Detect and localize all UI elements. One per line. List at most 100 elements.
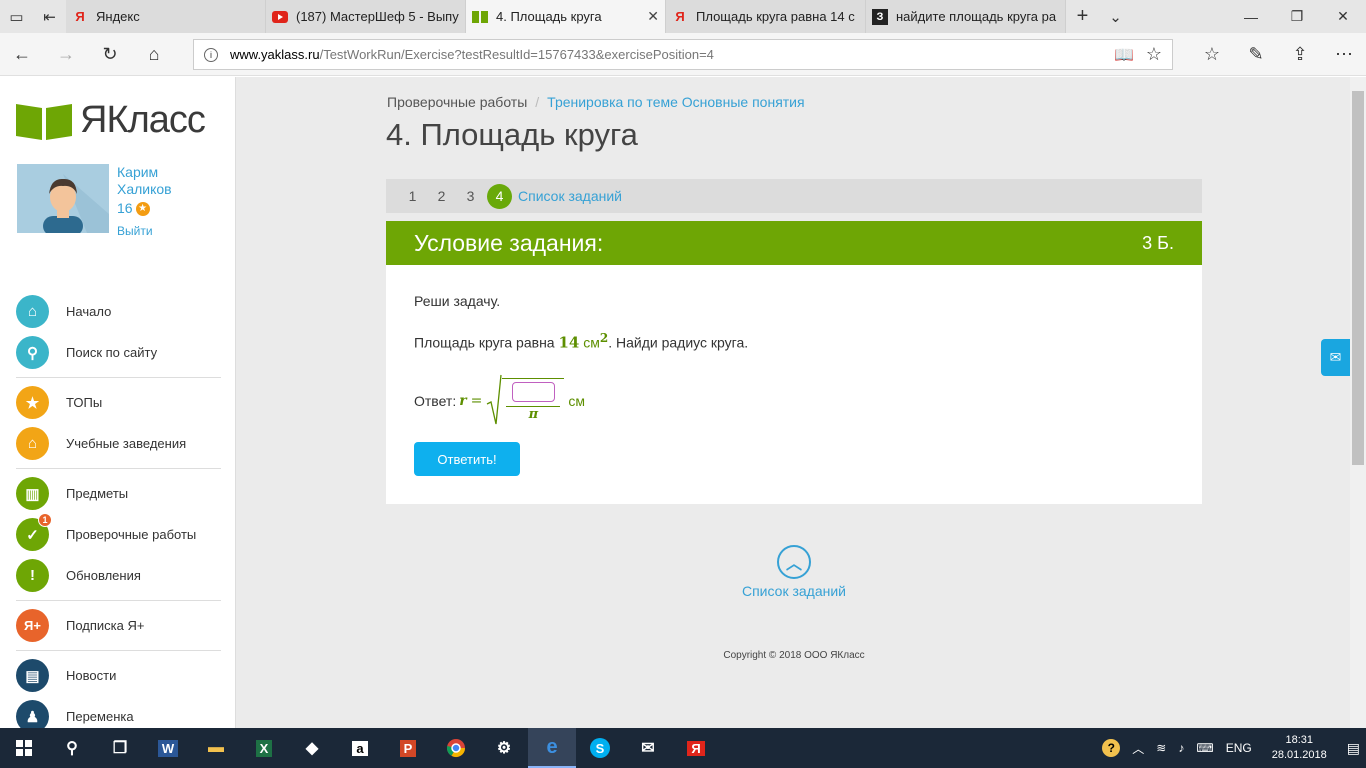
sidebar-item-label: Проверочные работы bbox=[66, 527, 197, 542]
tasks-list-link[interactable]: Список заданий bbox=[518, 188, 622, 204]
tab-preview-icon[interactable]: ▭ bbox=[0, 0, 33, 33]
address-bar[interactable]: i www.yaklass.ru/TestWorkRun/Exercise?te… bbox=[193, 39, 1173, 70]
volume-icon[interactable]: ♪ bbox=[1178, 741, 1184, 755]
language-indicator[interactable]: ENG bbox=[1226, 741, 1252, 755]
share-icon[interactable]: ⇪ bbox=[1278, 33, 1322, 76]
tab-title: Яндекс bbox=[96, 9, 140, 24]
notification-badge: 1 bbox=[38, 513, 52, 527]
breadcrumb-root[interactable]: Проверочные работы bbox=[387, 94, 527, 110]
sidebar-item-tests[interactable]: ✓ 1 Проверочные работы bbox=[16, 513, 221, 555]
sidebar-item-updates[interactable]: ! Обновления bbox=[16, 555, 221, 596]
clock-time: 18:31 bbox=[1285, 734, 1313, 746]
browser-tab[interactable]: Я Площадь круга равна 14 с bbox=[666, 0, 866, 33]
favorite-star-icon[interactable]: ☆ bbox=[1146, 44, 1162, 65]
mail-icon[interactable]: ✉ bbox=[1321, 339, 1350, 376]
chevron-down-icon[interactable]: ⌄ bbox=[1099, 0, 1132, 33]
yaklass-icon bbox=[472, 9, 488, 25]
task-view-icon[interactable]: ❐ bbox=[96, 728, 144, 768]
chrome-icon[interactable] bbox=[432, 728, 480, 768]
back-arrow-icon[interactable]: ← bbox=[0, 33, 44, 76]
sidebar-item-break[interactable]: ♟ Переменка bbox=[16, 696, 221, 728]
breadcrumb-link[interactable]: Тренировка по теме Основные понятия bbox=[547, 94, 804, 110]
browser-tab[interactable]: (187) МастерШеф 5 - Выпу bbox=[266, 0, 466, 33]
problem-text-after: . Найди радиус круга. bbox=[608, 334, 749, 351]
excel-icon[interactable]: X bbox=[240, 728, 288, 768]
copyright: Copyright © 2018 ООО ЯКласс bbox=[723, 650, 865, 661]
forward-arrow-icon[interactable]: → bbox=[44, 33, 88, 76]
points-value: 16 bbox=[117, 200, 133, 216]
back-tabs-icon[interactable]: ⇤ bbox=[33, 0, 66, 33]
check-icon: ✓ 1 bbox=[16, 513, 52, 551]
sidebar: ЯКласс Карим Халиков 16 ★ Выйти ⌂ Начало… bbox=[0, 77, 236, 728]
clock[interactable]: 18:31 28.01.2018 bbox=[1272, 733, 1327, 763]
user-first-name[interactable]: Карим bbox=[117, 164, 227, 181]
windows-start-icon[interactable] bbox=[0, 728, 48, 768]
refresh-icon[interactable]: ↻ bbox=[88, 33, 132, 76]
keyboard-icon[interactable]: ⌨ bbox=[1196, 741, 1213, 755]
dropbox-icon[interactable]: ◆ bbox=[288, 728, 336, 768]
browser-tab[interactable]: З найдите площадь круга ра bbox=[866, 0, 1066, 33]
reading-view-icon[interactable]: 📖 bbox=[1114, 45, 1134, 65]
pager-item-current[interactable]: 4 bbox=[487, 183, 512, 209]
sidebar-item-subscription[interactable]: Я+ Подписка Я+ bbox=[16, 605, 221, 646]
file-explorer-icon[interactable]: ▬ bbox=[192, 728, 240, 768]
pager-item-1[interactable]: 1 bbox=[400, 184, 425, 209]
browser-tab-active[interactable]: 4. Площадь круга ✕ bbox=[466, 0, 666, 33]
answer-input[interactable] bbox=[511, 382, 555, 403]
user-points: 16 ★ bbox=[117, 200, 227, 217]
user-last-name[interactable]: Халиков bbox=[117, 181, 227, 198]
sidebar-menu: ⌂ Начало ⚲ Поиск по сайту ★ ТОПы ⌂ Учебн… bbox=[16, 291, 221, 728]
close-tab-icon[interactable]: ✕ bbox=[647, 8, 659, 25]
home-icon[interactable]: ⌂ bbox=[132, 33, 176, 76]
sidebar-item-schools[interactable]: ⌂ Учебные заведения bbox=[16, 423, 221, 464]
help-icon[interactable]: ? bbox=[1102, 739, 1121, 757]
tab-title: 4. Площадь круга bbox=[496, 9, 602, 24]
tab-title: Площадь круга равна 14 с bbox=[696, 9, 855, 24]
new-tab-icon[interactable]: + bbox=[1066, 0, 1099, 33]
logo[interactable]: ЯКласс bbox=[16, 99, 206, 142]
pager-item-2[interactable]: 2 bbox=[429, 184, 454, 209]
answer-denominator: π bbox=[528, 407, 539, 423]
minimize-icon[interactable]: — bbox=[1228, 0, 1274, 33]
sidebar-item-subjects[interactable]: ▥ Предметы bbox=[16, 473, 221, 514]
yandex-browser-icon[interactable]: Я bbox=[672, 728, 720, 768]
edge-icon[interactable]: e bbox=[528, 728, 576, 768]
vertical-scrollbar[interactable] bbox=[1350, 77, 1366, 728]
info-icon[interactable]: i bbox=[204, 47, 218, 62]
mail-icon[interactable]: ✉ bbox=[624, 728, 672, 768]
sidebar-item-tops[interactable]: ★ ТОПы bbox=[16, 382, 221, 423]
task-header: Условие задания: 3 Б. bbox=[386, 221, 1202, 265]
maximize-icon[interactable]: ❐ bbox=[1274, 0, 1320, 33]
favorites-icon[interactable]: ☆ bbox=[1190, 33, 1234, 76]
tab-title: найдите площадь круга ра bbox=[896, 9, 1057, 24]
sidebar-item-news[interactable]: ▤ Новости bbox=[16, 655, 221, 696]
chevron-up-icon[interactable]: ︿ bbox=[777, 545, 811, 579]
chat-icon: ▤ bbox=[16, 659, 49, 692]
answer-unit: см bbox=[568, 393, 585, 410]
close-window-icon[interactable]: ✕ bbox=[1320, 0, 1366, 33]
pager-item-3[interactable]: 3 bbox=[458, 184, 483, 209]
sidebar-item-label: ТОПы bbox=[66, 395, 103, 410]
scrollbar-thumb[interactable] bbox=[1352, 91, 1364, 465]
chevron-up-icon[interactable]: ︿ bbox=[1132, 740, 1144, 757]
search-icon[interactable]: ⚲ bbox=[48, 728, 96, 768]
submit-answer-button[interactable]: Ответить! bbox=[414, 442, 520, 476]
logout-link[interactable]: Выйти bbox=[117, 223, 227, 240]
word-icon[interactable]: W bbox=[144, 728, 192, 768]
url-text[interactable]: www.yaklass.ru/TestWorkRun/Exercise?test… bbox=[230, 47, 714, 62]
pen-icon[interactable]: ✎ bbox=[1234, 33, 1278, 76]
notifications-icon[interactable]: ▤ bbox=[1347, 740, 1360, 757]
amazon-icon[interactable]: a bbox=[336, 728, 384, 768]
powerpoint-icon[interactable]: P bbox=[384, 728, 432, 768]
wifi-icon[interactable]: ≋ bbox=[1156, 741, 1166, 755]
sidebar-item-home[interactable]: ⌂ Начало bbox=[16, 291, 221, 332]
browser-tab[interactable]: Я Яндекс bbox=[66, 0, 266, 33]
back-to-list-link[interactable]: Список заданий bbox=[386, 583, 1202, 599]
more-icon[interactable]: ⋯ bbox=[1322, 33, 1366, 76]
sidebar-item-label: Учебные заведения bbox=[66, 436, 187, 451]
task-body: Реши задачу. Площадь круга равна 14 см2.… bbox=[386, 265, 1202, 504]
skype-icon[interactable]: S bbox=[576, 728, 624, 768]
avatar[interactable] bbox=[17, 164, 109, 233]
steam-icon[interactable]: ⚙ bbox=[480, 728, 528, 768]
sidebar-item-search[interactable]: ⚲ Поиск по сайту bbox=[16, 332, 221, 373]
